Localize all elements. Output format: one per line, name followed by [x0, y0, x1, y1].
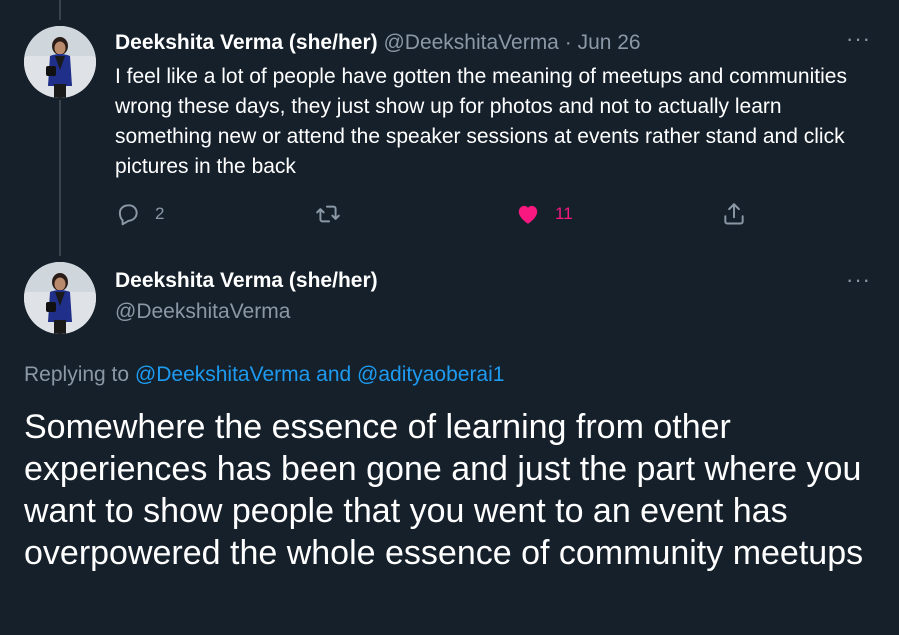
- more-options-button[interactable]: ···: [846, 28, 871, 50]
- author-handle[interactable]: @DeekshitaVerma: [115, 299, 290, 325]
- replying-to: Replying to @DeekshitaVerma and @adityao…: [24, 361, 504, 389]
- reply-button[interactable]: 2: [115, 198, 164, 230]
- reply-icon: [118, 204, 138, 226]
- replying-prefix: Replying to: [24, 363, 130, 386]
- thread-line: [59, 0, 61, 20]
- tweet-header: Deekshita Verma (she/her) @DeekshitaVerm…: [115, 30, 641, 56]
- like-count: 11: [555, 204, 573, 223]
- heart-icon: [518, 205, 538, 224]
- tweet-actions: 2 11: [115, 198, 765, 230]
- avatar-photo: [24, 262, 96, 334]
- mention-link[interactable]: @adityaoberai1: [357, 363, 504, 386]
- author-handle[interactable]: @DeekshitaVerma: [383, 31, 558, 54]
- separator: ·: [564, 31, 572, 54]
- tweet-date[interactable]: Jun 26: [578, 31, 641, 54]
- thread-line: [59, 100, 61, 256]
- author-name[interactable]: Deekshita Verma (she/her): [115, 31, 378, 54]
- mention-and[interactable]: and: [316, 363, 351, 386]
- more-options-button[interactable]: ···: [846, 269, 871, 291]
- share-icon: [724, 203, 744, 225]
- avatar[interactable]: [24, 262, 96, 334]
- reply-count: 2: [155, 204, 165, 223]
- retweet-button[interactable]: [315, 198, 341, 230]
- author-name[interactable]: Deekshita Verma (she/her): [115, 268, 378, 294]
- avatar-photo: [24, 26, 96, 98]
- share-button[interactable]: [721, 198, 747, 230]
- tweet-text: I feel like a lot of people have gotten …: [115, 65, 847, 178]
- retweet-icon: [316, 205, 340, 223]
- avatar[interactable]: [24, 26, 96, 98]
- mention-link[interactable]: @DeekshitaVerma: [135, 363, 310, 386]
- tweet-text: Somewhere the essence of learning from o…: [24, 408, 864, 572]
- like-button[interactable]: 11: [515, 198, 573, 230]
